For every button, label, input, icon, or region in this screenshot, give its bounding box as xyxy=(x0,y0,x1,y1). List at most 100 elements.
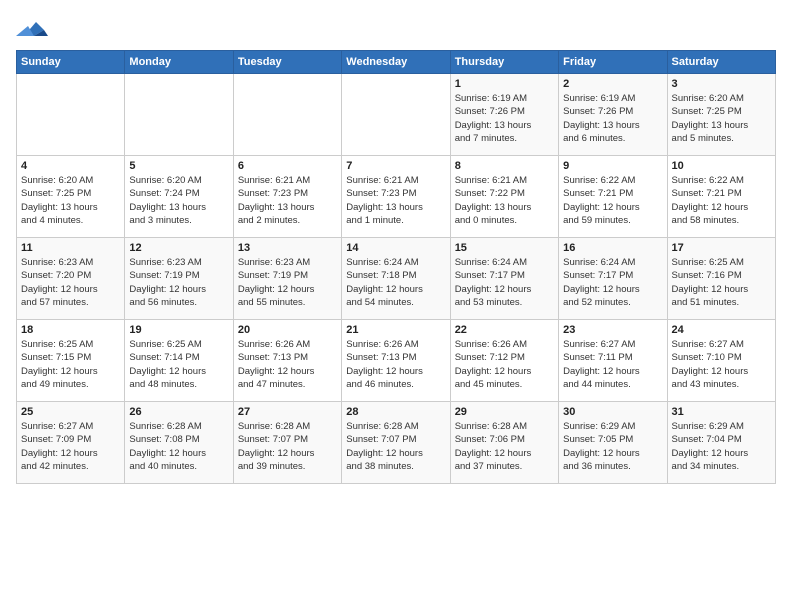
day-number: 5 xyxy=(129,160,228,172)
day-cell: 28 Sunrise: 6:28 AM Sunset: 7:07 PM Dayli… xyxy=(342,402,450,484)
day-info: Sunrise: 6:23 AM Sunset: 7:20 PM Dayligh… xyxy=(21,256,120,309)
day-info: Sunrise: 6:20 AM Sunset: 7:25 PM Dayligh… xyxy=(21,174,120,227)
day-info: Sunrise: 6:27 AM Sunset: 7:09 PM Dayligh… xyxy=(21,420,120,473)
day-cell: 18 Sunrise: 6:25 AM Sunset: 7:15 PM Dayli… xyxy=(17,320,125,402)
day-number: 4 xyxy=(21,160,120,172)
week-row-1: 1 Sunrise: 6:19 AM Sunset: 7:26 PM Daylig… xyxy=(17,74,776,156)
day-cell: 6 Sunrise: 6:21 AM Sunset: 7:23 PM Daylig… xyxy=(233,156,341,238)
day-info: Sunrise: 6:28 AM Sunset: 7:07 PM Dayligh… xyxy=(238,420,337,473)
day-number: 23 xyxy=(563,324,662,336)
week-row-2: 4 Sunrise: 6:20 AM Sunset: 7:25 PM Daylig… xyxy=(17,156,776,238)
day-cell: 31 Sunrise: 6:29 AM Sunset: 7:04 PM Dayli… xyxy=(667,402,775,484)
day-cell: 20 Sunrise: 6:26 AM Sunset: 7:13 PM Dayli… xyxy=(233,320,341,402)
logo xyxy=(16,16,52,44)
day-cell: 19 Sunrise: 6:25 AM Sunset: 7:14 PM Dayli… xyxy=(125,320,233,402)
day-cell: 16Sunrise: 6:24 AM Sunset: 7:17 PM Dayli… xyxy=(559,238,667,320)
day-number: 31 xyxy=(672,406,771,418)
day-number: 13 xyxy=(238,242,337,254)
day-number: 2 xyxy=(563,78,662,90)
day-cell: 2 Sunrise: 6:19 AM Sunset: 7:26 PM Daylig… xyxy=(559,74,667,156)
logo-icon xyxy=(16,16,48,44)
day-number: 16 xyxy=(563,242,662,254)
day-info: Sunrise: 6:24 AM Sunset: 7:17 PM Dayligh… xyxy=(455,256,554,309)
day-number: 3 xyxy=(672,78,771,90)
day-info: Sunrise: 6:26 AM Sunset: 7:12 PM Dayligh… xyxy=(455,338,554,391)
day-info: Sunrise: 6:21 AM Sunset: 7:22 PM Dayligh… xyxy=(455,174,554,227)
day-cell xyxy=(125,74,233,156)
day-info: Sunrise: 6:19 AM Sunset: 7:26 PM Dayligh… xyxy=(563,92,662,145)
day-number: 15 xyxy=(455,242,554,254)
header xyxy=(16,16,776,44)
day-cell: 1 Sunrise: 6:19 AM Sunset: 7:26 PM Daylig… xyxy=(450,74,558,156)
calendar-table: SundayMondayTuesdayWednesdayThursdayFrid… xyxy=(16,50,776,484)
day-number: 6 xyxy=(238,160,337,172)
weekday-header-thursday: Thursday xyxy=(450,51,558,74)
day-number: 24 xyxy=(672,324,771,336)
day-info: Sunrise: 6:26 AM Sunset: 7:13 PM Dayligh… xyxy=(346,338,445,391)
day-cell: 12 Sunrise: 6:23 AM Sunset: 7:19 PM Dayli… xyxy=(125,238,233,320)
day-info: Sunrise: 6:23 AM Sunset: 7:19 PM Dayligh… xyxy=(238,256,337,309)
day-cell xyxy=(342,74,450,156)
day-info: Sunrise: 6:21 AM Sunset: 7:23 PM Dayligh… xyxy=(238,174,337,227)
day-info: Sunrise: 6:28 AM Sunset: 7:06 PM Dayligh… xyxy=(455,420,554,473)
day-info: Sunrise: 6:25 AM Sunset: 7:16 PM Dayligh… xyxy=(672,256,771,309)
weekday-header-sunday: Sunday xyxy=(17,51,125,74)
header-row: SundayMondayTuesdayWednesdayThursdayFrid… xyxy=(17,51,776,74)
day-info: Sunrise: 6:22 AM Sunset: 7:21 PM Dayligh… xyxy=(563,174,662,227)
day-number: 27 xyxy=(238,406,337,418)
day-cell: 27 Sunrise: 6:28 AM Sunset: 7:07 PM Dayli… xyxy=(233,402,341,484)
day-cell: 17 Sunrise: 6:25 AM Sunset: 7:16 PM Dayli… xyxy=(667,238,775,320)
day-cell: 10Sunrise: 6:22 AM Sunset: 7:21 PM Dayli… xyxy=(667,156,775,238)
day-cell: 3Sunrise: 6:20 AM Sunset: 7:25 PM Daylig… xyxy=(667,74,775,156)
day-number: 20 xyxy=(238,324,337,336)
day-number: 18 xyxy=(21,324,120,336)
day-info: Sunrise: 6:25 AM Sunset: 7:15 PM Dayligh… xyxy=(21,338,120,391)
day-cell: 9 Sunrise: 6:22 AM Sunset: 7:21 PM Daylig… xyxy=(559,156,667,238)
day-cell xyxy=(17,74,125,156)
day-cell: 13 Sunrise: 6:23 AM Sunset: 7:19 PM Dayli… xyxy=(233,238,341,320)
week-row-5: 25 Sunrise: 6:27 AM Sunset: 7:09 PM Dayli… xyxy=(17,402,776,484)
week-row-4: 18 Sunrise: 6:25 AM Sunset: 7:15 PM Dayli… xyxy=(17,320,776,402)
day-number: 28 xyxy=(346,406,445,418)
day-cell: 26 Sunrise: 6:28 AM Sunset: 7:08 PM Dayli… xyxy=(125,402,233,484)
weekday-header-wednesday: Wednesday xyxy=(342,51,450,74)
day-number: 11 xyxy=(21,242,120,254)
day-number: 29 xyxy=(455,406,554,418)
day-number: 8 xyxy=(455,160,554,172)
day-info: Sunrise: 6:25 AM Sunset: 7:14 PM Dayligh… xyxy=(129,338,228,391)
day-cell: 15 Sunrise: 6:24 AM Sunset: 7:17 PM Dayli… xyxy=(450,238,558,320)
day-info: Sunrise: 6:19 AM Sunset: 7:26 PM Dayligh… xyxy=(455,92,554,145)
day-number: 10 xyxy=(672,160,771,172)
day-cell: 11 Sunrise: 6:23 AM Sunset: 7:20 PM Dayli… xyxy=(17,238,125,320)
day-number: 7 xyxy=(346,160,445,172)
day-number: 12 xyxy=(129,242,228,254)
day-number: 25 xyxy=(21,406,120,418)
day-info: Sunrise: 6:29 AM Sunset: 7:04 PM Dayligh… xyxy=(672,420,771,473)
day-info: Sunrise: 6:26 AM Sunset: 7:13 PM Dayligh… xyxy=(238,338,337,391)
day-cell: 23 Sunrise: 6:27 AM Sunset: 7:11 PM Dayli… xyxy=(559,320,667,402)
day-number: 30 xyxy=(563,406,662,418)
day-number: 17 xyxy=(672,242,771,254)
day-number: 21 xyxy=(346,324,445,336)
day-info: Sunrise: 6:21 AM Sunset: 7:23 PM Dayligh… xyxy=(346,174,445,227)
weekday-header-monday: Monday xyxy=(125,51,233,74)
day-info: Sunrise: 6:28 AM Sunset: 7:08 PM Dayligh… xyxy=(129,420,228,473)
day-number: 22 xyxy=(455,324,554,336)
day-info: Sunrise: 6:28 AM Sunset: 7:07 PM Dayligh… xyxy=(346,420,445,473)
day-info: Sunrise: 6:20 AM Sunset: 7:24 PM Dayligh… xyxy=(129,174,228,227)
day-number: 1 xyxy=(455,78,554,90)
day-cell: 30Sunrise: 6:29 AM Sunset: 7:05 PM Dayli… xyxy=(559,402,667,484)
weekday-header-saturday: Saturday xyxy=(667,51,775,74)
day-cell: 14Sunrise: 6:24 AM Sunset: 7:18 PM Dayli… xyxy=(342,238,450,320)
day-cell: 4 Sunrise: 6:20 AM Sunset: 7:25 PM Daylig… xyxy=(17,156,125,238)
week-row-3: 11 Sunrise: 6:23 AM Sunset: 7:20 PM Dayli… xyxy=(17,238,776,320)
day-info: Sunrise: 6:27 AM Sunset: 7:11 PM Dayligh… xyxy=(563,338,662,391)
day-number: 26 xyxy=(129,406,228,418)
day-cell: 21 Sunrise: 6:26 AM Sunset: 7:13 PM Dayli… xyxy=(342,320,450,402)
weekday-header-friday: Friday xyxy=(559,51,667,74)
day-number: 19 xyxy=(129,324,228,336)
day-cell: 24Sunrise: 6:27 AM Sunset: 7:10 PM Dayli… xyxy=(667,320,775,402)
day-info: Sunrise: 6:23 AM Sunset: 7:19 PM Dayligh… xyxy=(129,256,228,309)
day-cell: 7 Sunrise: 6:21 AM Sunset: 7:23 PM Daylig… xyxy=(342,156,450,238)
day-number: 9 xyxy=(563,160,662,172)
